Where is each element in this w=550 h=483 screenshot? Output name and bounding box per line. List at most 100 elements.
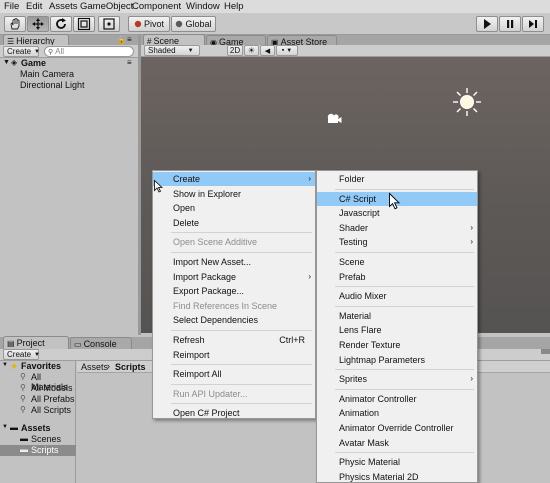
- submenu-item-testing[interactable]: Testing ›: [317, 235, 477, 249]
- favorite-all-models[interactable]: All Models: [31, 383, 73, 393]
- breadcrumb-separator: ›: [107, 361, 110, 371]
- menu-item-import-package[interactable]: Import Package ›: [153, 270, 315, 284]
- hierarchy-create-dropdown[interactable]: Create ▼: [3, 46, 40, 57]
- submenu-item-prefab[interactable]: Prefab: [317, 270, 477, 284]
- breadcrumb-scripts[interactable]: Scripts: [115, 362, 146, 372]
- audio-toggle[interactable]: ◀: [260, 45, 275, 56]
- pivot-toggle[interactable]: Pivot: [128, 16, 170, 32]
- menu-item-open-scene-additive: Open Scene Additive: [153, 235, 315, 249]
- menu-gameobject[interactable]: GameObject: [80, 1, 133, 12]
- menu-help[interactable]: Help: [224, 1, 244, 12]
- menu-item-label: Open Scene Additive: [173, 237, 258, 248]
- menu-item-delete[interactable]: Delete: [153, 216, 315, 230]
- shading-mode-dropdown[interactable]: Shaded ▼: [144, 45, 200, 56]
- breadcrumb-assets[interactable]: Assets: [81, 362, 108, 372]
- move-tool-button[interactable]: [27, 16, 49, 32]
- favorites-label[interactable]: Favorites: [21, 361, 61, 371]
- scale-tool-button[interactable]: [73, 16, 95, 32]
- menu-item-label: Animation: [339, 408, 380, 419]
- zoom-slider[interactable]: [541, 349, 550, 354]
- pause-button[interactable]: [499, 16, 521, 32]
- menu-separator: [335, 388, 474, 390]
- menu-item-label: Select Dependencies: [173, 315, 259, 326]
- hierarchy-item-main-camera[interactable]: Main Camera: [20, 69, 74, 79]
- rotate-icon: [56, 18, 66, 29]
- submenu-item-sprites[interactable]: Sprites ›: [317, 372, 477, 386]
- submenu-item-physics-material-2d[interactable]: Physics Material 2D: [317, 470, 477, 483]
- search-icon: ⚲: [20, 405, 26, 414]
- menu-item-reimport-all[interactable]: Reimport All: [153, 367, 315, 381]
- folder-icon: ▤: [7, 338, 15, 348]
- scene-menu-icon[interactable]: ≡: [127, 58, 132, 67]
- submenu-item-animator-override-controller[interactable]: Animator Override Controller: [317, 421, 477, 435]
- tab-project[interactable]: ▤ Project: [3, 336, 69, 349]
- menu-item-refresh[interactable]: Refresh Ctrl+R: [153, 333, 315, 347]
- star-icon: ★: [10, 361, 19, 371]
- menu-item-select-dependencies[interactable]: Select Dependencies: [153, 313, 315, 327]
- submenu-item-animator-controller[interactable]: Animator Controller: [317, 392, 477, 406]
- 2d-toggle[interactable]: 2D: [227, 45, 243, 56]
- expand-arrow-icon[interactable]: ▼: [2, 424, 8, 430]
- lock-icon[interactable]: 🔒: [117, 36, 126, 44]
- assets-root-label[interactable]: Assets: [21, 423, 51, 433]
- menu-item-open[interactable]: Open: [153, 201, 315, 215]
- favorite-all-prefabs[interactable]: All Prefabs: [31, 394, 75, 404]
- expand-arrow-icon[interactable]: ▼: [2, 362, 8, 368]
- menu-separator: [335, 305, 474, 307]
- camera-gizmo-icon[interactable]: [326, 113, 342, 125]
- folder-scenes[interactable]: Scenes: [31, 434, 61, 444]
- panel-menu-icon[interactable]: ≡: [127, 35, 132, 44]
- menu-edit[interactable]: Edit: [26, 1, 42, 12]
- 2d-label: 2D: [229, 46, 241, 55]
- directional-light-gizmo-icon[interactable]: [452, 87, 482, 117]
- menu-item-create[interactable]: Create ›: [153, 172, 315, 186]
- menu-item-import-new-asset[interactable]: Import New Asset...: [153, 255, 315, 269]
- menu-item-label: Prefab: [339, 271, 366, 282]
- menu-item-export-package[interactable]: Export Package...: [153, 284, 315, 298]
- submenu-item-shader[interactable]: Shader ›: [317, 221, 477, 235]
- submenu-item-lens-flare[interactable]: Lens Flare: [317, 323, 477, 337]
- chevron-down-icon: ▼: [286, 47, 293, 54]
- submenu-item-render-texture[interactable]: Render Texture: [317, 338, 477, 352]
- rotate-tool-button[interactable]: [50, 16, 72, 32]
- submenu-item-avatar-mask[interactable]: Avatar Mask: [317, 436, 477, 450]
- menu-assets[interactable]: Assets: [49, 1, 78, 12]
- submenu-item-animation[interactable]: Animation: [317, 406, 477, 420]
- menu-component[interactable]: Component: [132, 1, 181, 12]
- menu-item-open-c-project[interactable]: Open C# Project: [153, 406, 315, 420]
- project-create-dropdown[interactable]: Create ▼: [3, 349, 40, 360]
- submenu-item-physic-material[interactable]: Physic Material: [317, 455, 477, 469]
- effects-dropdown[interactable]: ▪ ▼: [276, 45, 298, 56]
- menu-item-label: Import New Asset...: [173, 257, 252, 267]
- submenu-item-scene[interactable]: Scene: [317, 255, 477, 269]
- menu-item-show-in-explorer[interactable]: Show in Explorer: [153, 187, 315, 201]
- menu-item-reimport[interactable]: Reimport: [153, 348, 315, 362]
- menu-item-label: Physic Material: [339, 457, 401, 468]
- submenu-item-lightmap-parameters[interactable]: Lightmap Parameters: [317, 353, 477, 367]
- sun-icon: ☀: [247, 46, 256, 55]
- menu-separator: [335, 252, 474, 253]
- lighting-toggle[interactable]: ☀: [244, 45, 259, 56]
- submenu-item-material[interactable]: Material: [317, 309, 477, 323]
- step-button[interactable]: [522, 16, 544, 32]
- submenu-item-folder[interactable]: Folder: [317, 172, 477, 186]
- rect-tool-button[interactable]: [98, 16, 120, 32]
- hierarchy-toolbar: Create ▼ ⚲ All: [0, 45, 138, 58]
- submenu-item-audio-mixer[interactable]: Audio Mixer: [317, 289, 477, 303]
- hierarchy-item-directional-light[interactable]: Directional Light: [20, 80, 85, 90]
- global-toggle[interactable]: Global: [171, 16, 216, 32]
- folder-scripts[interactable]: Scripts: [31, 445, 59, 455]
- menu-item-label: Create: [173, 174, 201, 184]
- scene-toolbar: Shaded ▼ 2D ☀ ◀ ▪ ▼: [141, 45, 550, 57]
- menu-window[interactable]: Window: [186, 1, 220, 12]
- expand-arrow-icon[interactable]: ▼: [3, 59, 10, 66]
- menu-item-find-references-in-scene: Find References In Scene: [153, 299, 315, 313]
- favorite-all-scripts[interactable]: All Scripts: [31, 405, 71, 415]
- menu-file[interactable]: File: [4, 1, 19, 12]
- play-button[interactable]: [476, 16, 498, 32]
- hand-tool-button[interactable]: [4, 16, 26, 32]
- hierarchy-search-input[interactable]: ⚲ All: [44, 46, 134, 57]
- scene-name[interactable]: Game: [21, 58, 46, 68]
- menu-item-label: Open: [173, 203, 196, 214]
- chevron-right-icon: ›: [470, 237, 473, 247]
